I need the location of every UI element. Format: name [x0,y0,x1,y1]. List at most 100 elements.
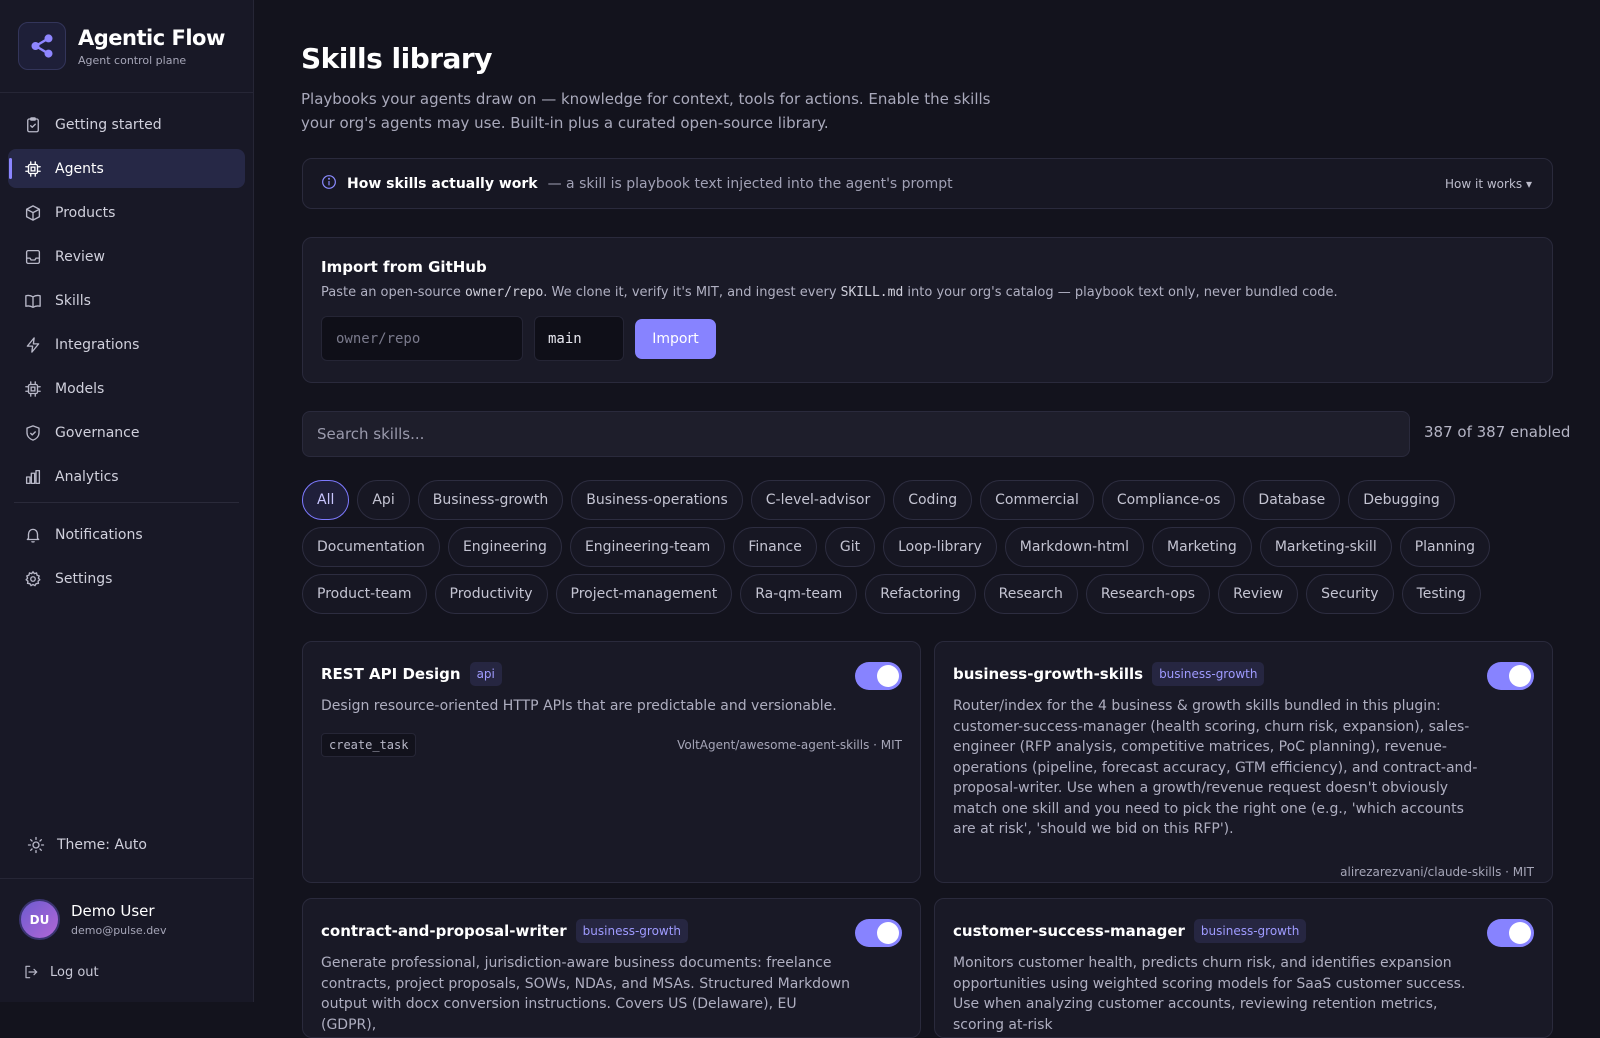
category-chip-loop-library[interactable]: Loop-library [883,527,997,567]
skill-card: REST API Design api Design resource-orie… [302,641,921,883]
shield-check-icon [24,424,42,442]
category-chip-engineering-team[interactable]: Engineering-team [569,527,726,567]
category-chip-business-operations[interactable]: Business-operations [571,480,743,520]
sidebar-item-label: Skills [55,292,91,309]
skill-title: contract-and-proposal-writer [321,922,567,940]
skill-description: Generate professional, jurisdiction-awar… [321,955,850,1033]
skill-enable-toggle[interactable] [855,919,902,947]
skill-tool-chip: create_task [321,732,417,757]
sidebar-item-models[interactable]: Models [8,369,245,408]
repo-input[interactable]: owner/repo [321,316,523,361]
skill-enable-toggle[interactable] [1487,662,1534,690]
inbox-icon [24,248,42,266]
sidebar-item-settings[interactable]: Settings [8,559,245,598]
search-input[interactable]: Search skills... [302,411,1410,457]
sidebar-item-notifications[interactable]: Notifications [8,515,245,554]
logout-icon [23,964,39,980]
skill-card-header: customer-success-manager business-growth [953,919,1534,943]
skill-title: customer-success-manager [953,922,1185,940]
info-bar: How skills actually work — a skill is pl… [302,158,1553,209]
sidebar-item-analytics[interactable]: Analytics [8,457,245,496]
category-chip-git[interactable]: Git [824,527,876,567]
category-chip-product-team[interactable]: Product-team [302,574,427,614]
category-chip-marketing[interactable]: Marketing [1152,527,1252,567]
category-chip-row: All Api Business-growth Business-operations… [302,480,1553,520]
category-chip-project-management[interactable]: Project-management [555,574,733,614]
nav-divider [14,502,239,503]
category-chip-planning[interactable]: Planning [1399,527,1491,567]
lightning-icon [24,336,42,354]
category-chip-c-level-advisor[interactable]: C-level-advisor [750,480,886,520]
theme-toggle[interactable]: Theme: Auto [27,836,147,854]
bar-chart-icon [24,468,42,486]
sidebar-item-governance[interactable]: Governance [8,413,245,452]
skill-card: contract-and-proposal-writer business-gr… [302,898,921,1038]
skill-enable-toggle[interactable] [855,662,902,690]
info-text: — a skill is playbook text injected into… [547,175,953,192]
import-desc-code: owner/repo [465,285,544,300]
category-chip-research-ops[interactable]: Research-ops [1085,574,1211,614]
category-chip-review[interactable]: Review [1218,574,1299,614]
skill-tag: api [469,662,502,686]
category-chip-coding[interactable]: Coding [893,480,973,520]
import-form: owner/repo main Import [321,316,1534,361]
category-chip-api[interactable]: Api [357,480,410,520]
import-button[interactable]: Import [635,318,716,359]
category-chip-markdown-html[interactable]: Markdown-html [1004,527,1145,567]
sidebar-item-products[interactable]: Products [8,193,245,232]
skill-enable-toggle[interactable] [1487,919,1534,947]
sidebar-item-label: Settings [55,570,113,587]
skill-card: customer-success-manager business-growth… [934,898,1553,1038]
category-chip-finance[interactable]: Finance [733,527,817,567]
package-icon [24,204,42,222]
category-chip-testing[interactable]: Testing [1401,574,1481,614]
sidebar-item-label: Products [55,204,116,221]
skill-tag: business-growth [1152,662,1265,686]
category-chip-refactoring[interactable]: Refactoring [865,574,976,614]
skill-description: Router/index for the 4 business & growth… [953,698,1478,837]
category-chip-engineering[interactable]: Engineering [447,527,562,567]
sidebar-item-label: Models [55,380,105,397]
category-chip-marketing-skill[interactable]: Marketing-skill [1259,527,1392,567]
sidebar-item-label: Notifications [55,526,143,543]
import-card: Import from GitHub Paste an open-source … [302,237,1553,383]
sidebar-item-label: Governance [55,424,140,441]
category-chip-documentation[interactable]: Documentation [302,527,440,567]
category-chip-compliance-os[interactable]: Compliance-os [1101,480,1236,520]
category-chip-commercial[interactable]: Commercial [980,480,1094,520]
skill-title: REST API Design [321,665,461,683]
category-chip-research[interactable]: Research [983,574,1078,614]
category-chip-security[interactable]: Security [1306,574,1394,614]
category-chip-debugging[interactable]: Debugging [1348,480,1455,520]
user-profile[interactable]: DU Demo User demo@pulse.dev [19,899,253,940]
info-title: How skills actually work [347,175,538,192]
enabled-count: 387 of 387 enabled [1424,423,1571,441]
gear-icon [24,570,42,588]
category-chip-ra-qm-team[interactable]: Ra-qm-team [740,574,858,614]
category-chip-productivity[interactable]: Productivity [434,574,548,614]
category-filters: All Api Business-growth Business-operations… [302,480,1553,621]
bell-icon [24,526,42,544]
sidebar-item-getting-started[interactable]: Getting started [8,105,245,144]
logout-label: Log out [50,964,99,980]
sidebar-item-integrations[interactable]: Integrations [8,325,245,364]
category-chip-business-growth[interactable]: Business-growth [417,480,564,520]
category-chip-all[interactable]: All [302,480,350,520]
how-it-works-toggle[interactable]: How it works ▾ [1445,177,1532,191]
logout-button[interactable]: Log out [23,964,253,980]
clipboard-check-icon [24,116,42,134]
skill-card-header: contract-and-proposal-writer business-gr… [321,919,902,943]
sidebar: Agentic Flow Agent control plane Getting… [0,0,254,1002]
import-desc-code: SKILL.md [840,285,904,300]
sidebar-item-label: Review [55,248,105,265]
skill-footer: alirezarezvani/claude-skills · MIT [953,865,1534,879]
share-icon[interactable] [18,22,66,70]
skill-source: VoltAgent/awesome-agent-skills · MIT [677,737,902,752]
skill-card-header: business-growth-skills business-growth [953,662,1534,686]
category-chip-database[interactable]: Database [1243,480,1341,520]
sidebar-item-agents[interactable]: Agents [8,149,245,188]
skill-card-header: REST API Design api [321,662,902,686]
sidebar-item-review[interactable]: Review [8,237,245,276]
sidebar-item-skills[interactable]: Skills [8,281,245,320]
branch-input[interactable]: main [534,316,624,361]
